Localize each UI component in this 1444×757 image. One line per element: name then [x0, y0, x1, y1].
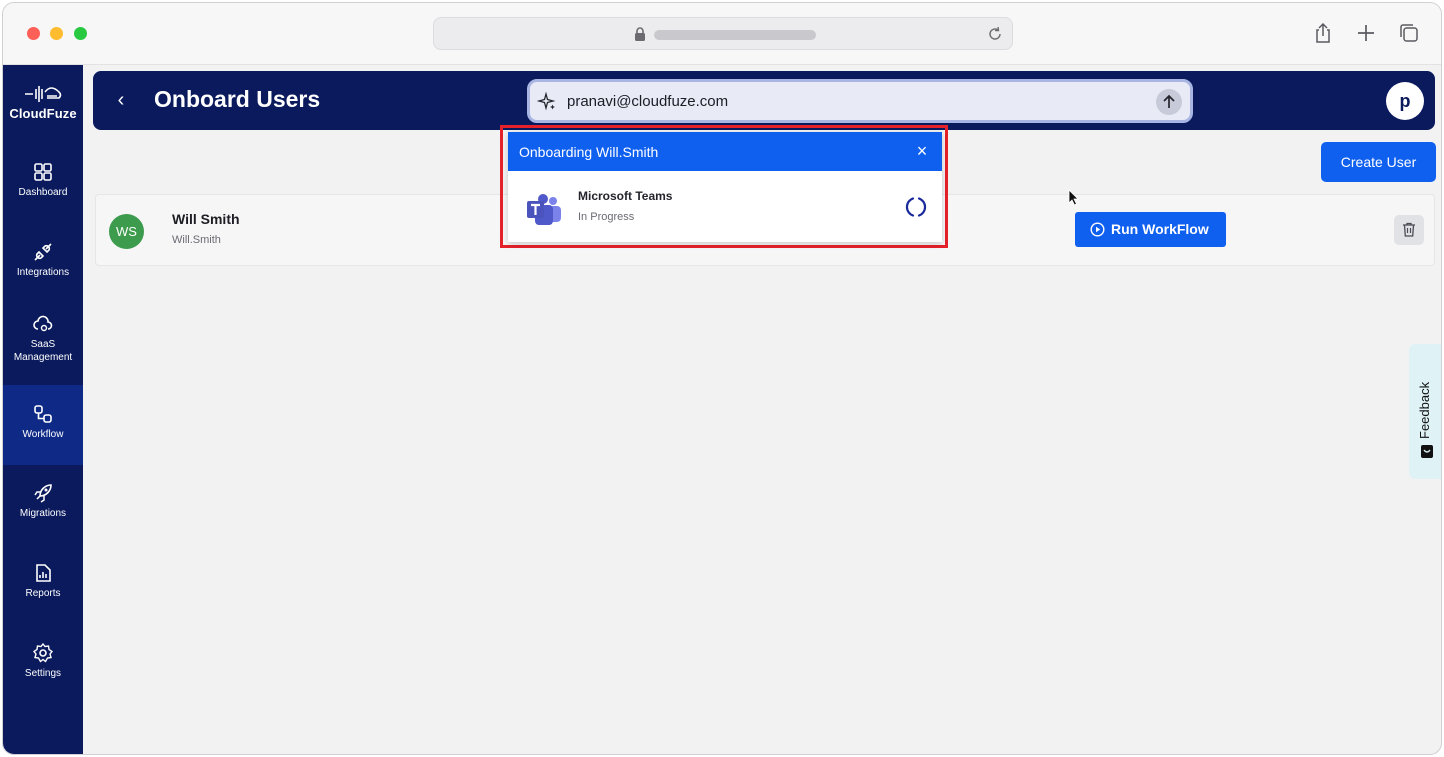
sidebar-item-label: Dashboard: [18, 187, 68, 198]
cloud-gear-icon: [33, 315, 53, 332]
create-user-button[interactable]: Create User: [1321, 142, 1436, 182]
report-icon: [36, 564, 51, 582]
address-bar[interactable]: [433, 17, 1013, 50]
sidebar-item-settings[interactable]: Settings: [3, 642, 83, 680]
user-username: Will.Smith: [172, 234, 221, 246]
sidebar-item-saas-management[interactable]: SaaS Management: [3, 313, 83, 364]
ai-prompt-value: pranavi@cloudfuze.com: [567, 93, 729, 110]
mouse-cursor-icon: [1068, 189, 1079, 206]
ai-prompt-input[interactable]: pranavi@cloudfuze.com: [527, 79, 1193, 123]
microsoft-teams-icon: [527, 194, 561, 225]
popup-title: Onboarding Will.Smith: [519, 144, 659, 160]
sidebar-item-label: Integrations: [16, 267, 70, 278]
brand-name: CloudFuze: [9, 106, 77, 121]
plug-icon: [34, 243, 52, 261]
user-avatar[interactable]: p: [1386, 82, 1424, 120]
sidebar-item-integrations[interactable]: Integrations: [3, 241, 83, 279]
sidebar-item-label: Workflow: [22, 429, 64, 440]
play-circle-icon: [1090, 222, 1105, 237]
browser-window: CloudFuze Dashboard Integrations SaaS Ma…: [2, 2, 1442, 755]
brand-logo[interactable]: CloudFuze: [3, 83, 83, 121]
sidebar-item-reports[interactable]: Reports: [3, 562, 83, 600]
reload-icon[interactable]: [986, 25, 1004, 43]
run-workflow-button[interactable]: Run WorkFlow: [1075, 212, 1226, 247]
sidebar-item-label: Settings: [24, 668, 62, 679]
run-workflow-label: Run WorkFlow: [1111, 221, 1209, 237]
cloudfuze-logo-icon: [25, 86, 62, 102]
delete-user-button[interactable]: [1394, 215, 1424, 245]
close-window-button[interactable]: [27, 27, 40, 40]
browser-toolbar: [3, 3, 1441, 65]
url-redacted: [654, 30, 816, 40]
back-button[interactable]: ‹: [109, 88, 133, 112]
user-name: Will Smith: [172, 211, 240, 227]
sparkle-icon: [537, 92, 556, 111]
sidebar: CloudFuze Dashboard Integrations SaaS Ma…: [3, 65, 83, 754]
sidebar-item-label-line2: Management: [13, 352, 73, 363]
task-status: In Progress: [578, 211, 635, 223]
feedback-icon: [1421, 445, 1433, 458]
feedback-tab[interactable]: Feedback: [1409, 344, 1441, 479]
new-tab-icon[interactable]: [1354, 21, 1378, 45]
grid-icon: [34, 163, 52, 181]
minimize-window-button[interactable]: [50, 27, 63, 40]
popup-header: Onboarding Will.Smith ×: [508, 132, 942, 171]
workflow-icon: [34, 405, 52, 423]
sidebar-item-workflow[interactable]: Workflow: [3, 385, 83, 465]
sidebar-item-label: Reports: [25, 588, 61, 599]
gear-icon: [32, 642, 54, 663]
onboarding-progress-popup: Onboarding Will.Smith × Microsoft Teams …: [508, 132, 942, 242]
page-header: ‹ Onboard Users pranavi@cloudfuze.com p: [93, 71, 1435, 130]
page-title: Onboard Users: [154, 86, 321, 112]
lock-icon: [635, 27, 645, 41]
sidebar-item-migrations[interactable]: Migrations: [3, 482, 83, 520]
share-icon[interactable]: [1311, 21, 1335, 45]
maximize-window-button[interactable]: [74, 27, 87, 40]
task-app-name: Microsoft Teams: [578, 189, 673, 203]
user-initials-avatar: WS: [109, 214, 144, 249]
loading-spinner-icon: [905, 197, 927, 217]
tab-overview-icon[interactable]: [1397, 21, 1421, 45]
sidebar-item-dashboard[interactable]: Dashboard: [3, 161, 83, 199]
trash-icon: [1403, 222, 1415, 237]
sidebar-item-label: SaaS: [30, 339, 56, 350]
close-icon[interactable]: ×: [914, 142, 930, 160]
sidebar-item-label: Migrations: [19, 508, 67, 519]
feedback-label: Feedback: [1417, 381, 1432, 439]
rocket-icon: [34, 484, 52, 503]
send-arrow-icon[interactable]: [1156, 89, 1182, 115]
